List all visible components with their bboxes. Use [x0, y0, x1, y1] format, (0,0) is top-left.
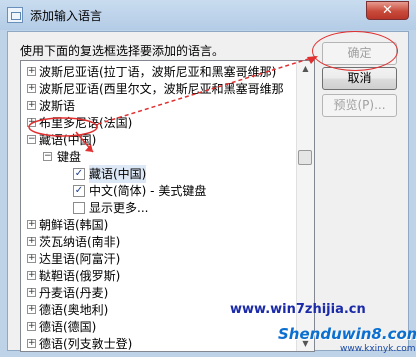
annotation-arrow-line [97, 55, 319, 125]
watermark-url: www.win7zhijia.cn [230, 302, 366, 317]
annotation-arrowhead [307, 56, 318, 64]
annotation-arrowhead-2 [85, 144, 93, 152]
watermark-brand: Shenduwin8.com [278, 325, 416, 343]
dialog-window: 添加输入语言 ✕ 使用下面的复选框选择要添加的语言。 + 波斯尼亚语(拉丁语，波… [0, 0, 416, 357]
annotation-ellipse-item [28, 117, 98, 137]
watermark-subtitle: www.kxinyk.com [340, 344, 416, 354]
